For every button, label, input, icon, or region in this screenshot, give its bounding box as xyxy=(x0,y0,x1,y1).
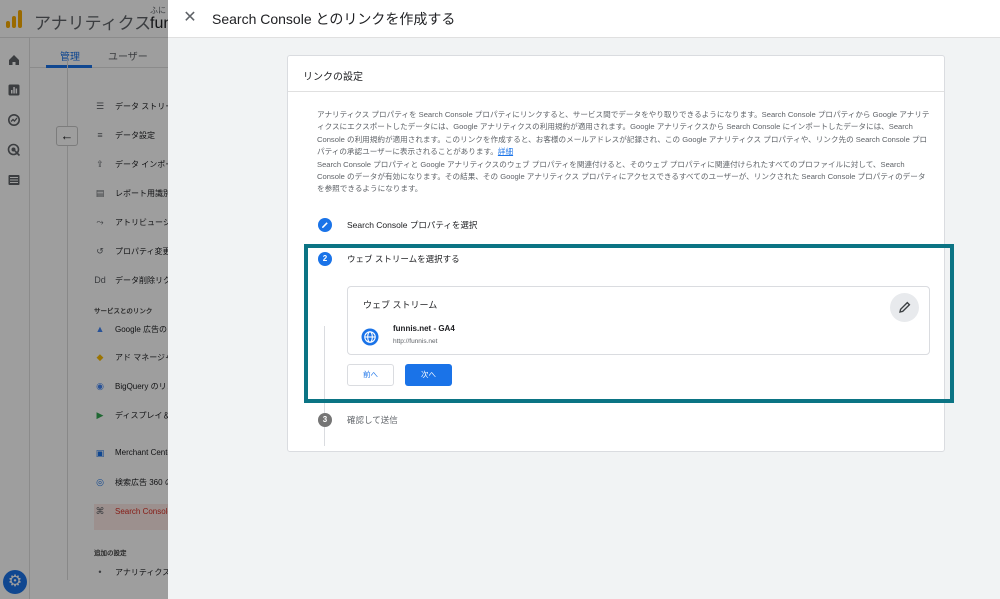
pencil-icon xyxy=(899,301,911,313)
link-description: アナリティクス プロパティを Search Console プロパティにリンクす… xyxy=(317,109,931,196)
web-stream-title: ウェブ ストリーム xyxy=(363,300,438,310)
search-console-link-dialog: ✕ Search Console とのリンクを作成する リンクの設定 アナリティ… xyxy=(168,0,1000,599)
dialog-header: ✕ Search Console とのリンクを作成する xyxy=(168,0,1000,38)
description-paragraph-1: アナリティクス プロパティを Search Console プロパティにリンクす… xyxy=(317,110,930,157)
step-3-label: 確認して送信 xyxy=(347,415,398,425)
step-2-label: ウェブ ストリームを選択する xyxy=(347,254,460,264)
web-stream-box: ウェブ ストリーム funnis.net - GA4 http://funnis… xyxy=(347,286,930,355)
step-2-badge: 2 xyxy=(318,252,332,266)
next-button[interactable]: 次へ xyxy=(405,364,452,386)
stream-url: http://funnis.net xyxy=(393,338,438,345)
previous-button[interactable]: 前へ xyxy=(347,364,394,386)
step-connector xyxy=(324,326,325,446)
close-icon[interactable]: ✕ xyxy=(182,9,198,27)
modal-scrim[interactable] xyxy=(0,0,168,599)
card-title: リンクの設定 xyxy=(288,56,944,92)
pencil-icon xyxy=(322,222,328,228)
learn-more-link[interactable]: 詳細 xyxy=(498,147,513,156)
globe-icon xyxy=(361,328,379,346)
description-paragraph-2: Search Console プロパティと Google アナリティクスのウェブ… xyxy=(317,159,926,194)
step-1-label[interactable]: Search Console プロパティを選択 xyxy=(347,219,477,231)
dialog-title: Search Console とのリンクを作成する xyxy=(212,11,456,27)
step-1-done-badge xyxy=(318,218,332,232)
link-settings-card: リンクの設定 アナリティクス プロパティを Search Console プロパ… xyxy=(287,55,945,452)
stream-name: funnis.net - GA4 xyxy=(393,324,455,333)
edit-stream-button[interactable] xyxy=(890,293,919,322)
step-3-badge: 3 xyxy=(318,413,332,427)
